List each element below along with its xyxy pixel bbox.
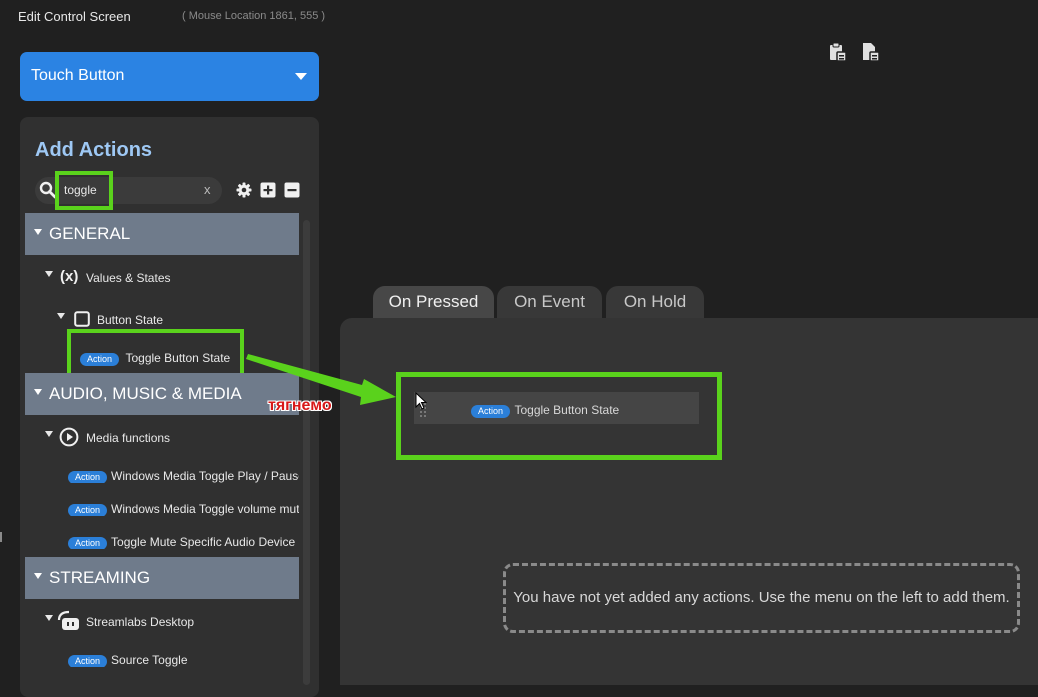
streamlabs-icon (57, 610, 79, 630)
tab-on-hold[interactable]: On Hold (606, 286, 704, 319)
action-item-toggle-mute-device[interactable]: Action Toggle Mute Specific Audio Device (68, 533, 299, 549)
expand-all-icon[interactable] (260, 182, 276, 198)
drop-target-highlight (396, 372, 722, 460)
action-label: Windows Media Toggle volume mute (111, 502, 299, 516)
source-item-highlight (67, 329, 244, 378)
action-badge: Action (68, 504, 108, 516)
tree-item-values-states[interactable]: Values & States (86, 271, 171, 285)
caret-down-icon[interactable] (45, 271, 53, 277)
drag-caption: тягнемо (268, 397, 332, 414)
checkbox-icon (74, 311, 90, 327)
empty-actions-message: You have not yet added any actions. Use … (513, 589, 1010, 606)
control-type-label: Touch Button (31, 67, 125, 84)
variable-icon: (x) (60, 268, 79, 285)
category-label: STREAMING (49, 568, 151, 587)
caret-down-icon (34, 573, 42, 579)
mouse-location: ( Mouse Location 1861, 555 ) (182, 10, 326, 22)
add-actions-title: Add Actions (35, 139, 153, 161)
gear-icon[interactable] (236, 182, 252, 198)
action-item-source-toggle[interactable]: Action Source Toggle (68, 651, 299, 667)
collapse-all-icon[interactable] (284, 182, 300, 198)
caret-down-icon[interactable] (57, 313, 65, 319)
window-edge-mark (0, 532, 2, 542)
paste-icon[interactable] (829, 42, 847, 62)
caret-down-icon (34, 229, 42, 235)
action-item-media-toggle-play[interactable]: Action Windows Media Toggle Play / Pause (68, 467, 299, 483)
play-circle-icon (59, 427, 79, 447)
action-item-media-toggle-mute[interactable]: Action Windows Media Toggle volume mute (68, 500, 299, 516)
category-label: GENERAL (49, 224, 131, 243)
tree-item-streamlabs-desktop[interactable]: Streamlabs Desktop (86, 615, 194, 629)
tree-scrollbar[interactable] (303, 220, 310, 685)
tab-on-pressed[interactable]: On Pressed (373, 286, 494, 319)
action-badge: Action (68, 655, 108, 667)
action-label: Source Toggle (111, 653, 188, 667)
caret-down-icon[interactable] (45, 431, 53, 437)
caret-down-icon[interactable] (45, 615, 53, 621)
clear-search-button[interactable]: x (204, 182, 211, 197)
tree-item-button-state[interactable]: Button State (97, 313, 163, 327)
category-label: AUDIO, MUSIC & MEDIA (49, 384, 242, 403)
tab-on-event[interactable]: On Event (497, 286, 602, 319)
action-badge: Action (68, 537, 108, 549)
tree-item-media-functions[interactable]: Media functions (86, 431, 170, 445)
action-label: Windows Media Toggle Play / Pause (111, 469, 299, 483)
chevron-down-icon (295, 73, 307, 80)
action-label: Toggle Mute Specific Audio Device (111, 535, 296, 549)
action-badge: Action (68, 471, 108, 483)
copy-icon[interactable] (862, 42, 880, 62)
search-highlight (55, 171, 113, 210)
page-title: Edit Control Screen (18, 9, 131, 24)
control-type-dropdown[interactable]: Touch Button (20, 52, 319, 101)
caret-down-icon (34, 389, 42, 395)
